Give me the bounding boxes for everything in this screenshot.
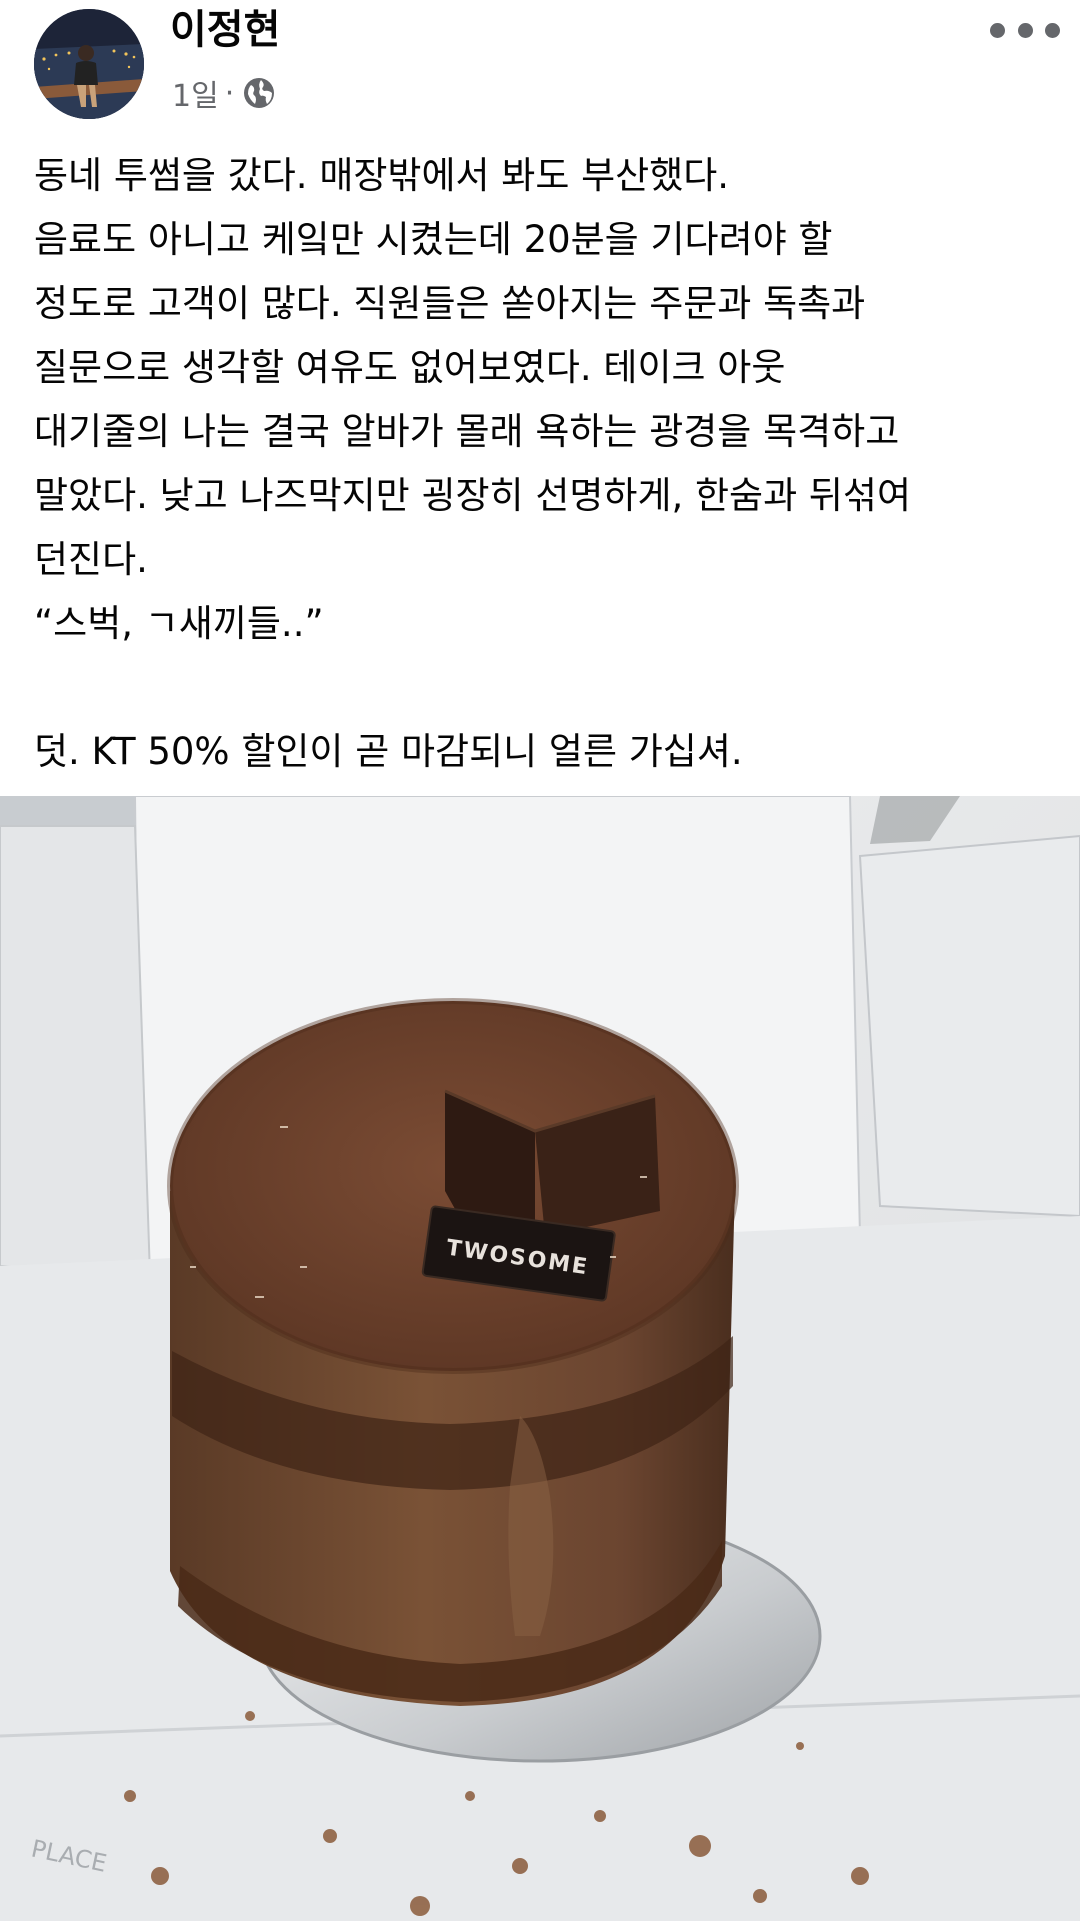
post-header: 이정현 1일 · xyxy=(0,0,1080,130)
avatar-image xyxy=(34,9,144,119)
meta-separator: · xyxy=(224,75,235,111)
post-text-line: 질문으로 생각할 여유도 없어보였다. 테이크 아웃 xyxy=(34,346,786,389)
post-text-line: 동네 투썸을 갔다. 매장밖에서 봐도 부산했다. xyxy=(34,154,730,197)
post-time[interactable]: 1일 xyxy=(172,71,219,115)
post-body: 동네 투썸을 갔다. 매장밖에서 봐도 부산했다. 음료도 아니고 케잌만 시켰… xyxy=(34,144,1064,784)
more-dot xyxy=(1045,22,1060,38)
post-meta: 1일 · xyxy=(172,72,276,114)
post-text-line xyxy=(34,656,1064,720)
post-photo[interactable]: TWOSOME PLACE xyxy=(0,796,1080,1921)
more-dot xyxy=(990,22,1005,38)
post-text-line: 정도로 고객이 많다. 직원들은 쏟아지는 주문과 독촉과 xyxy=(34,282,866,325)
post-text-line: 말았다. 낮고 나즈막지만 굉장히 선명하게, 한숨과 뒤섞여 xyxy=(34,474,912,517)
more-options-icon[interactable] xyxy=(990,10,1060,50)
cake-photo: TWOSOME PLACE xyxy=(0,796,1080,1921)
post-text-line: 대기줄의 나는 결국 알바가 몰래 욕하는 광경을 목격하고 xyxy=(34,410,900,453)
globe-icon xyxy=(244,78,275,108)
author-avatar[interactable] xyxy=(34,9,144,119)
post-text-line: 덧. KT 50% 할인이 곧 마감되니 얼른 가십셔. xyxy=(34,730,743,773)
post-text-line: 던진다. xyxy=(34,538,148,581)
author-name[interactable]: 이정현 xyxy=(170,2,280,58)
post-text-line: “스벅, ㄱ새끼들..” xyxy=(34,602,324,645)
post-text-line: 음료도 아니고 케잌만 시켰는데 20분을 기다려야 할 xyxy=(34,218,833,261)
more-dot xyxy=(1017,22,1033,38)
